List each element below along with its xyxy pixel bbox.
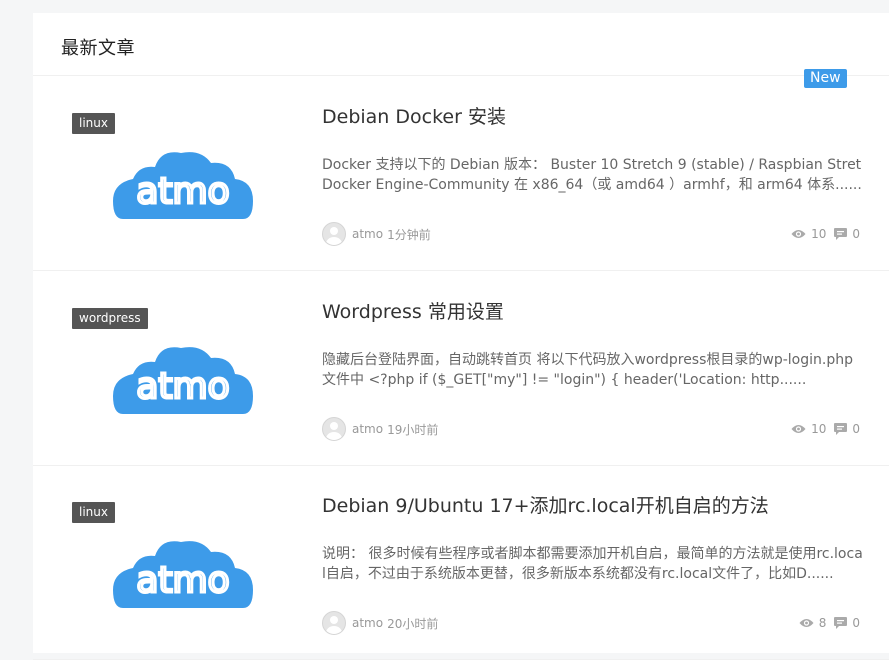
post-time: 20小时前 bbox=[387, 616, 439, 631]
author-name[interactable]: atmo bbox=[352, 227, 383, 241]
post-time: 19小时前 bbox=[387, 422, 439, 437]
author-avatar[interactable] bbox=[322, 611, 346, 635]
post-item: linux atmo Debian 9/Ubuntu 17+添加rc.local… bbox=[33, 465, 889, 660]
post-meta: atmo 1分钟前 bbox=[322, 222, 431, 246]
view-count: 8 bbox=[818, 616, 827, 630]
author-name[interactable]: atmo bbox=[352, 422, 383, 436]
post-stats: 10 0 bbox=[791, 421, 860, 437]
excerpt-line: Docker Engine-Community 在 x86_64（或 amd64… bbox=[322, 177, 862, 193]
comment-count: 0 bbox=[852, 422, 860, 436]
comment-icon bbox=[834, 617, 848, 629]
panel-header: 最新文章 bbox=[33, 13, 889, 76]
new-badge: New bbox=[804, 69, 847, 88]
logo-text: atmo bbox=[136, 560, 229, 601]
excerpt-line: Docker 支持以下的 Debian 版本： Buster 10 Stretc… bbox=[322, 157, 862, 173]
post-title[interactable]: Wordpress 常用设置 bbox=[322, 297, 504, 324]
section-title: 最新文章 bbox=[61, 38, 135, 59]
post-meta: atmo 20小时前 bbox=[322, 611, 438, 635]
category-tag[interactable]: wordpress bbox=[72, 308, 148, 329]
category-tag[interactable]: linux bbox=[72, 502, 115, 523]
comment-count: 0 bbox=[852, 616, 860, 630]
eye-icon bbox=[791, 230, 806, 238]
eye-icon bbox=[799, 619, 814, 627]
post-title[interactable]: Debian Docker 安装 bbox=[322, 102, 506, 129]
post-thumbnail[interactable]: atmo bbox=[113, 538, 253, 608]
post-excerpt: 说明： 很多时候有些程序或者脚本都需要添加开机自启，最简单的方法就是使用rc.l… bbox=[322, 544, 862, 584]
post-thumbnail[interactable]: atmo bbox=[113, 149, 253, 219]
post-thumbnail[interactable]: atmo bbox=[113, 344, 253, 414]
post-item: wordpress atmo Wordpress 常用设置 隐藏后台登陆界面，自… bbox=[33, 271, 889, 466]
comment-icon bbox=[834, 423, 848, 435]
post-excerpt: Docker 支持以下的 Debian 版本： Buster 10 Stretc… bbox=[322, 155, 862, 195]
post-item: linux atmo Debian Docker 安装 Docker 支持以下的… bbox=[33, 76, 889, 271]
post-title[interactable]: Debian 9/Ubuntu 17+添加rc.local开机自启的方法 bbox=[322, 491, 769, 518]
logo-text: atmo bbox=[136, 171, 229, 212]
excerpt-line: 隐藏后台登陆界面，自动跳转首页 将以下代码放入wordpress根目录的wp-l… bbox=[322, 352, 853, 368]
view-count: 10 bbox=[811, 227, 827, 241]
category-tag[interactable]: linux bbox=[72, 113, 115, 134]
post-stats: 10 0 bbox=[791, 226, 860, 242]
post-time: 1分钟前 bbox=[387, 227, 431, 242]
latest-posts-panel: 最新文章 linux atmo Debian Docker 安装 Docker … bbox=[33, 13, 889, 660]
author-avatar[interactable] bbox=[322, 417, 346, 441]
excerpt-line: l自启，不过由于系统版本更替，很多新版本系统都没有rc.local文件了，比如D… bbox=[322, 566, 834, 582]
author-name[interactable]: atmo bbox=[352, 616, 383, 630]
author-avatar[interactable] bbox=[322, 222, 346, 246]
comment-icon bbox=[834, 228, 848, 240]
excerpt-line: 说明： 很多时候有些程序或者脚本都需要添加开机自启，最简单的方法就是使用rc.l… bbox=[322, 546, 862, 562]
post-excerpt: 隐藏后台登陆界面，自动跳转首页 将以下代码放入wordpress根目录的wp-l… bbox=[322, 350, 862, 390]
post-meta: atmo 19小时前 bbox=[322, 417, 438, 441]
comment-count: 0 bbox=[852, 227, 860, 241]
logo-text: atmo bbox=[136, 366, 229, 407]
view-count: 10 bbox=[811, 422, 827, 436]
eye-icon bbox=[791, 425, 806, 433]
post-stats: 8 0 bbox=[799, 615, 860, 631]
excerpt-line: 文件中 <?php if ($_GET["my"] != "login") { … bbox=[322, 372, 807, 388]
